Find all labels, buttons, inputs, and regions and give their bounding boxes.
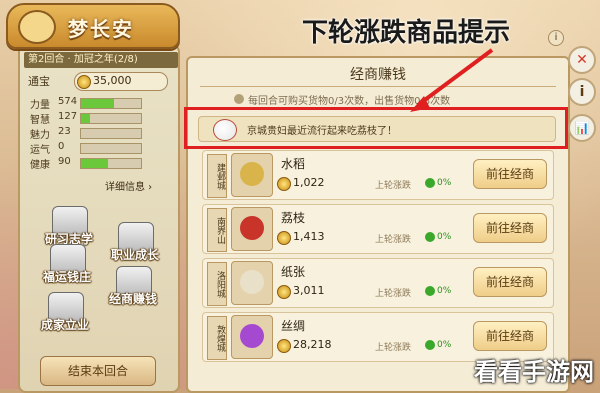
annotation-highlight-box (184, 107, 568, 149)
annotation-caption: 下轮涨跌商品提示 (302, 18, 511, 48)
annotation-arrow (410, 48, 494, 112)
watermark-text: 看看手游网 (474, 358, 594, 386)
